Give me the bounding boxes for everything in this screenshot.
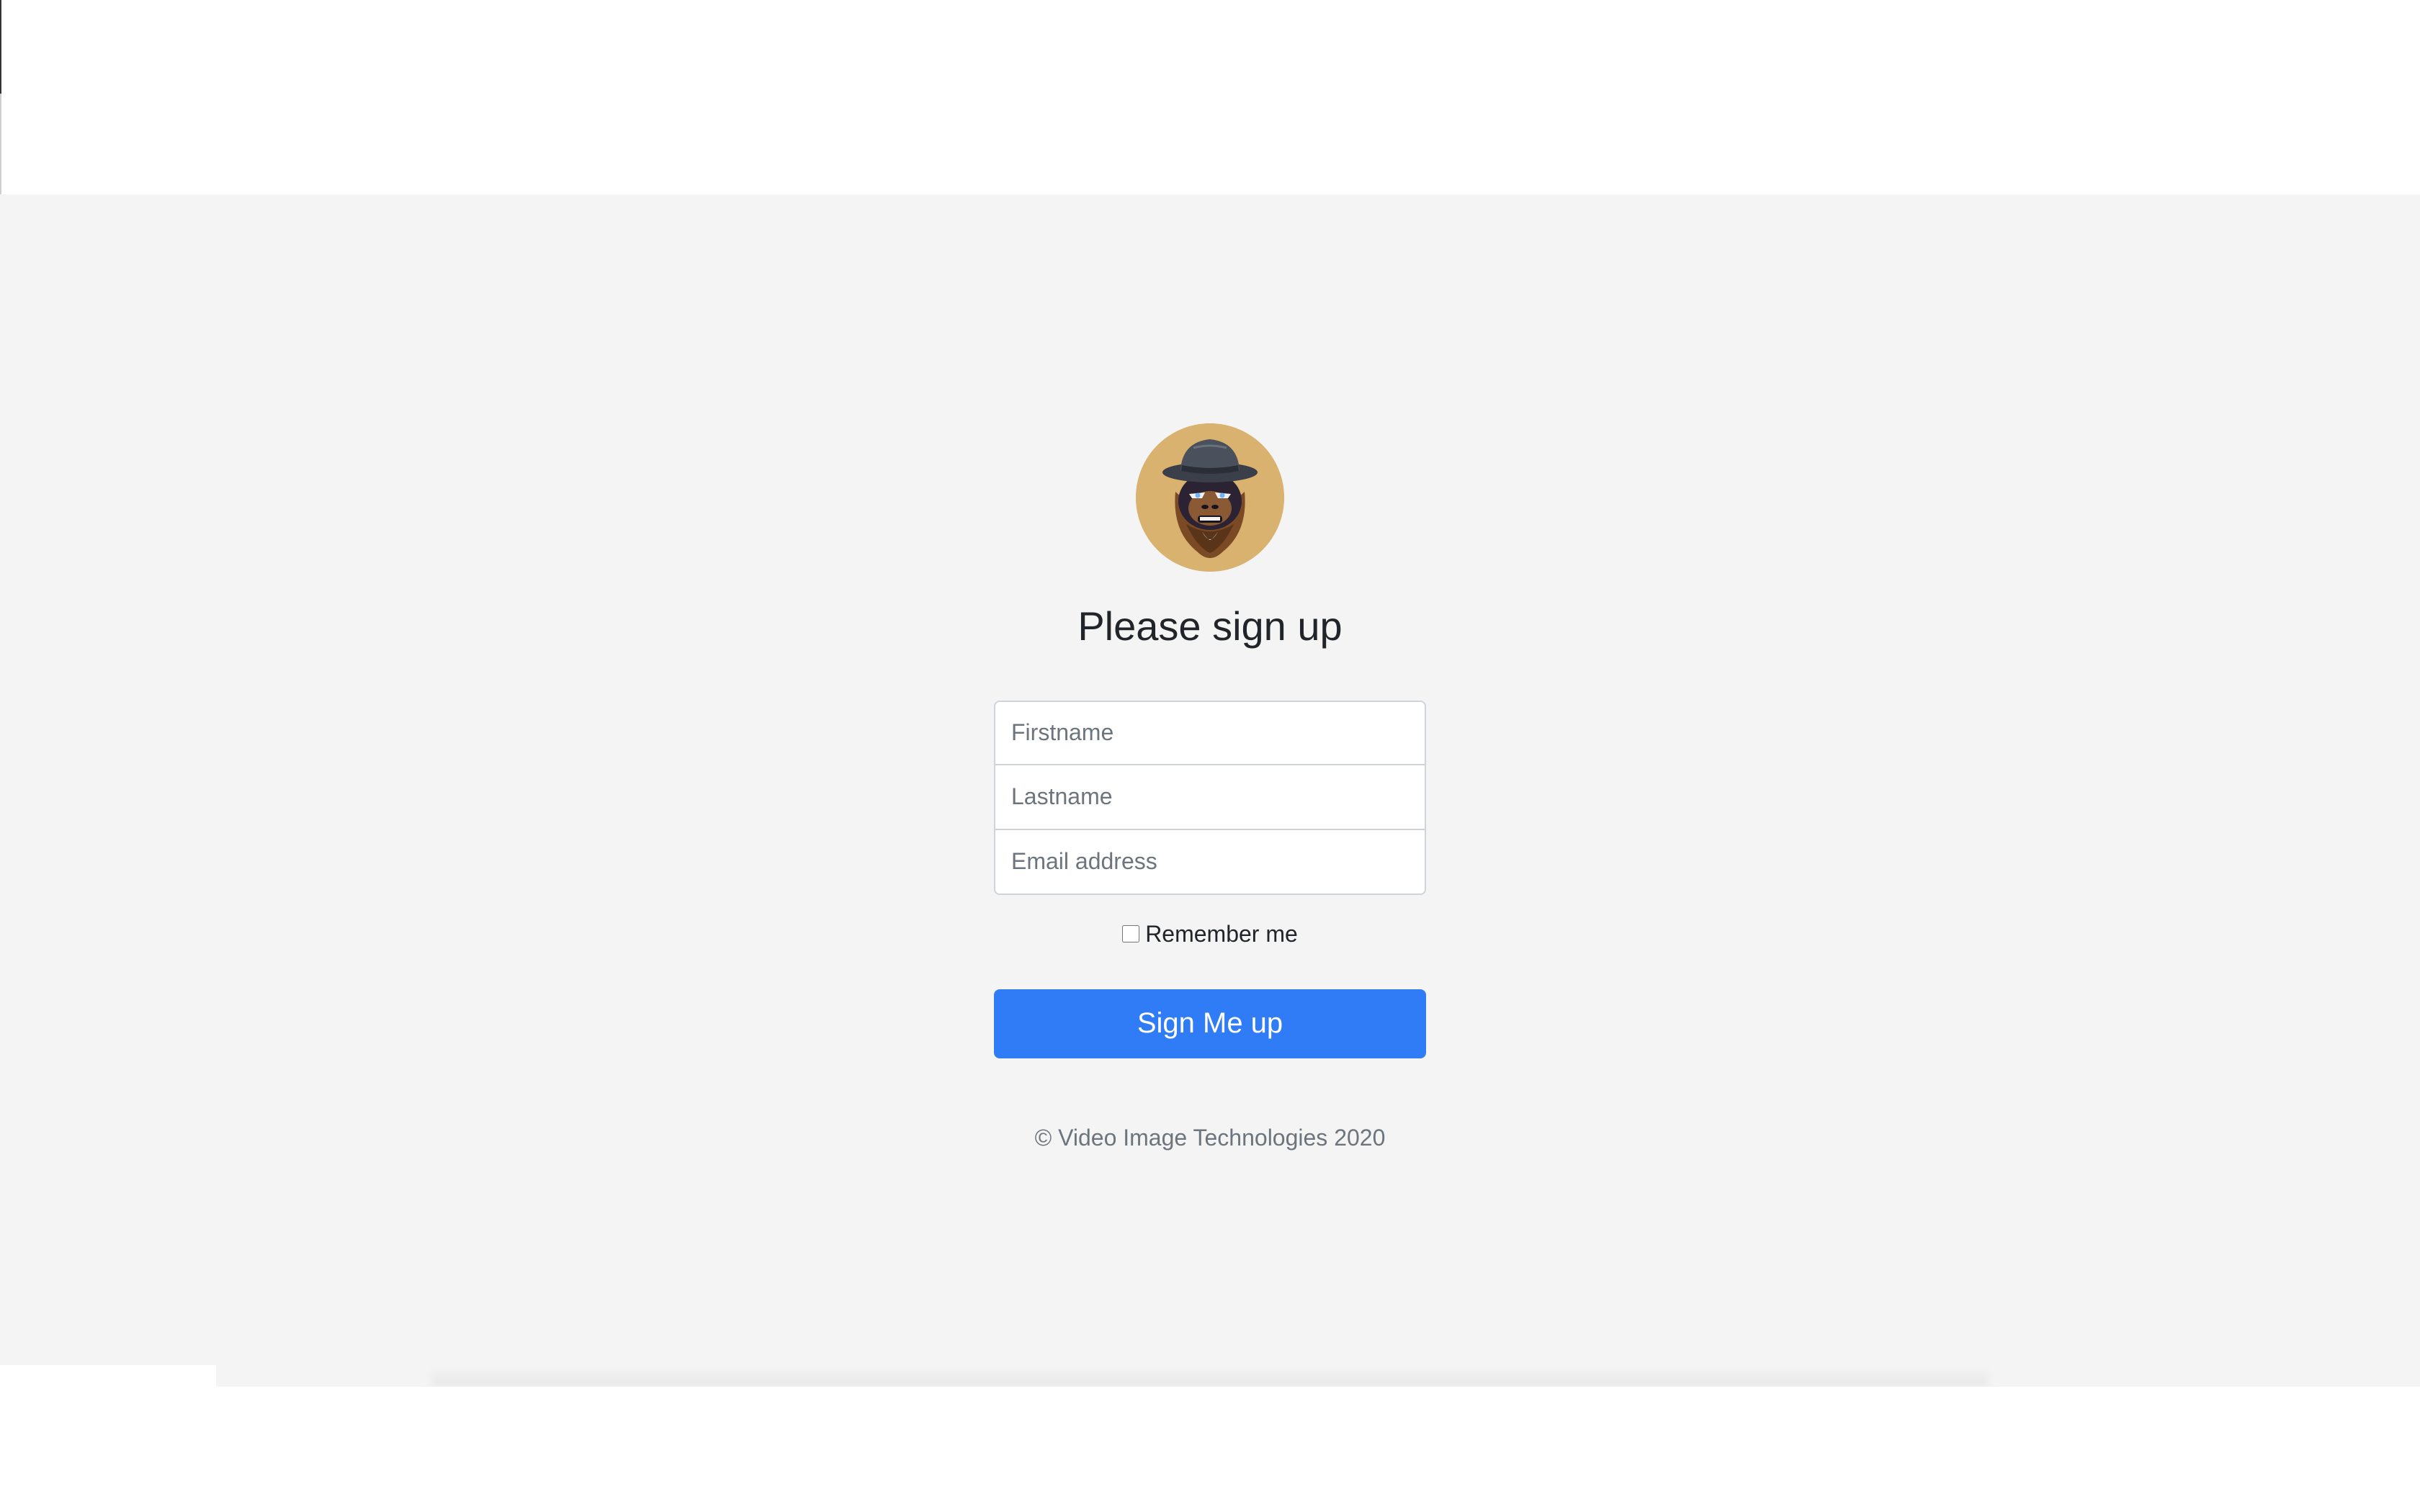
email-input[interactable] xyxy=(994,829,1426,895)
firstname-input[interactable] xyxy=(994,700,1426,765)
text-cursor-mark xyxy=(0,0,1,94)
copyright-text: © Video Image Technologies 2020 xyxy=(1034,1124,1386,1151)
remember-me-checkbox[interactable] xyxy=(1122,925,1140,943)
bottom-left-notch xyxy=(0,1365,216,1387)
remember-me-label: Remember me xyxy=(1145,920,1298,947)
sign-up-button[interactable]: Sign Me up xyxy=(994,989,1426,1058)
page-title: Please sign up xyxy=(1077,603,1343,649)
remember-me-row[interactable]: Remember me xyxy=(1122,921,1298,948)
bottom-white-area xyxy=(0,1387,2420,1512)
bottom-shadow xyxy=(432,1367,1988,1387)
edge-line xyxy=(0,94,1,194)
gorilla-with-hat-icon xyxy=(1136,423,1284,572)
lastname-input[interactable] xyxy=(994,765,1426,830)
signup-form: Please sign up Remember me Sign Me up © … xyxy=(994,423,1426,1174)
top-white-area xyxy=(0,0,2420,194)
input-group xyxy=(994,700,1426,895)
